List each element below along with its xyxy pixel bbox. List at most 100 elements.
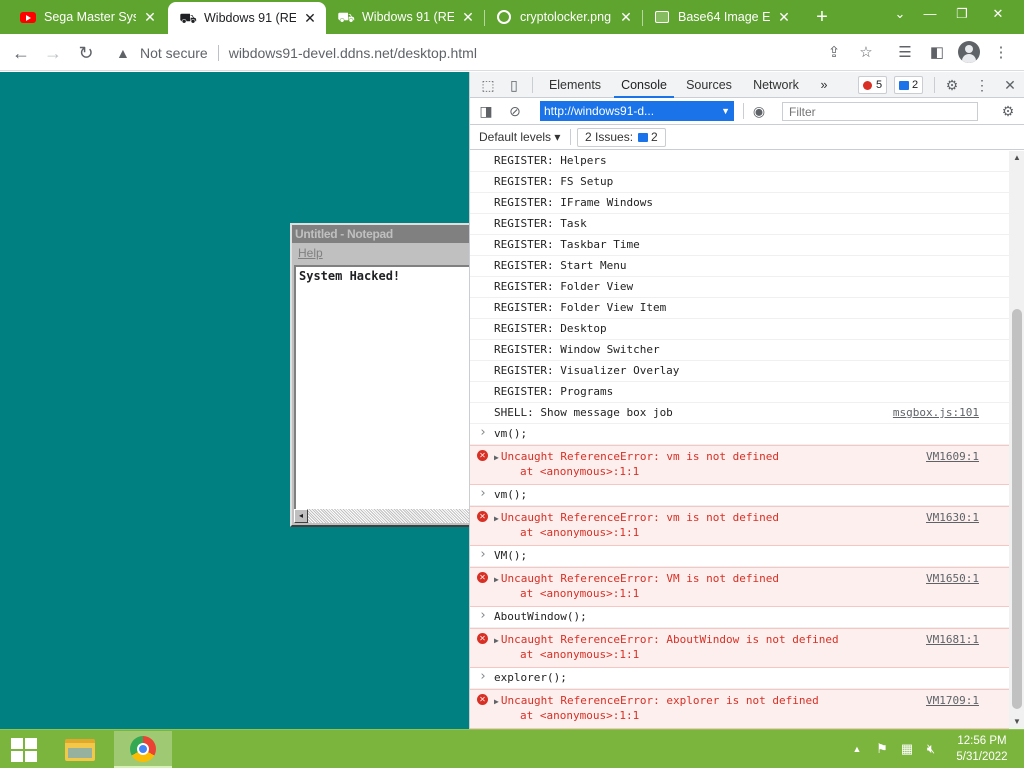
- devtools-tab-sources[interactable]: Sources: [682, 72, 736, 98]
- console-source-link[interactable]: VM1650:1: [926, 572, 979, 586]
- live-expression-eye-icon[interactable]: ◉: [749, 101, 769, 121]
- back-arrow-icon[interactable]: ←: [8, 40, 34, 66]
- console-settings-gear-icon[interactable]: ⚙: [998, 101, 1018, 121]
- action-center-flag-icon[interactable]: ⚑: [872, 739, 892, 759]
- close-tab-icon[interactable]: ✕: [618, 9, 634, 26]
- tab-search-chevron-icon[interactable]: ⌄: [888, 3, 912, 25]
- minimize-icon[interactable]: —: [918, 3, 942, 25]
- bookmark-star-icon[interactable]: ☆: [855, 42, 877, 64]
- notepad-horizontal-scrollbar[interactable]: ◂: [294, 509, 469, 523]
- console-error-row: ▶Uncaught ReferenceError: VM is not defi…: [470, 567, 1009, 607]
- network-icon[interactable]: ▦: [897, 739, 917, 759]
- error-count: 5: [876, 79, 883, 91]
- show-hidden-icons-chevron-icon[interactable]: ▲: [850, 739, 864, 759]
- console-error-row: ▶Uncaught ReferenceError: vm is not defi…: [470, 445, 1009, 485]
- issues-button[interactable]: 2 Issues: 2: [577, 128, 666, 147]
- scroll-down-arrow-icon[interactable]: ▼: [1009, 715, 1024, 729]
- close-devtools-icon[interactable]: ✕: [1000, 75, 1020, 95]
- notepad-window[interactable]: Untitled - Notepad Help System Hacked! ◂: [290, 223, 469, 527]
- browser-tab-base64[interactable]: Base64 Image En ✕: [642, 0, 800, 34]
- browser-tab-cryptolocker[interactable]: cryptolocker.png ✕: [484, 0, 642, 34]
- scroll-left-arrow-icon[interactable]: ◂: [294, 509, 308, 523]
- kebab-menu-icon[interactable]: ⋮: [990, 42, 1012, 64]
- console-error-row: ▶Uncaught ReferenceError: AboutWindow is…: [470, 628, 1009, 668]
- console-log-row: REGISTER: Programs: [470, 382, 1009, 403]
- notepad-titlebar[interactable]: Untitled - Notepad: [292, 225, 469, 243]
- profile-avatar-icon[interactable]: [958, 41, 980, 63]
- notepad-textarea[interactable]: System Hacked!: [294, 265, 469, 511]
- security-label[interactable]: Not secure: [140, 45, 208, 61]
- close-tab-icon[interactable]: ✕: [460, 9, 476, 26]
- browser-tab-wibdows[interactable]: ⛟ Wibdows 91 (REL ✕: [326, 0, 484, 34]
- console-source-link[interactable]: VM1630:1: [926, 511, 979, 525]
- clear-console-icon[interactable]: ⊘: [505, 101, 525, 121]
- taskbar-file-explorer[interactable]: [58, 732, 102, 767]
- restore-icon[interactable]: ❐: [950, 3, 974, 25]
- issues-count: 2: [651, 130, 658, 144]
- forward-arrow-icon[interactable]: →: [40, 40, 66, 66]
- taskbar-chrome[interactable]: [114, 731, 172, 768]
- media-queue-icon[interactable]: ☰: [894, 42, 916, 64]
- console-scrollbar[interactable]: ▲ ▼: [1009, 151, 1024, 729]
- console-source-link[interactable]: VM1609:1: [926, 450, 979, 464]
- browser-tab-sega[interactable]: Sega Master Syst ✕: [8, 0, 166, 34]
- expand-triangle-icon[interactable]: ▶: [494, 514, 499, 523]
- console-message: REGISTER: Window Switcher: [494, 343, 660, 356]
- error-icon: [863, 80, 872, 90]
- issues-icon: [638, 133, 649, 142]
- sidebar-toggle-icon[interactable]: ◨: [476, 101, 496, 121]
- expand-triangle-icon[interactable]: ▶: [494, 453, 499, 462]
- console-message: REGISTER: Folder View: [494, 280, 634, 293]
- devtools-kebab-icon[interactable]: ⋮: [972, 75, 992, 95]
- console-stack-trace: at <anonymous>:1:1: [520, 526, 640, 539]
- log-levels-dropdown[interactable]: Default levels ▾: [479, 129, 560, 146]
- close-window-icon[interactable]: ✕: [986, 3, 1010, 25]
- console-message: AboutWindow();: [494, 610, 587, 623]
- omnibox-divider: [217, 44, 219, 61]
- expand-triangle-icon[interactable]: ▶: [494, 636, 499, 645]
- devtools-tab-network[interactable]: Network: [746, 72, 806, 98]
- browser-tab-wibdows-active[interactable]: ⛟ Wibdows 91 (REL ✕: [168, 2, 326, 34]
- console-message: vm();: [494, 427, 528, 440]
- console-message: REGISTER: Desktop: [494, 322, 607, 335]
- console-filter-input[interactable]: [782, 102, 978, 121]
- console-message: REGISTER: IFrame Windows: [494, 196, 653, 209]
- more-tabs-icon[interactable]: »: [814, 72, 834, 98]
- start-button[interactable]: [0, 730, 48, 768]
- scrollbar-thumb[interactable]: [1012, 309, 1022, 709]
- error-count-badge[interactable]: 5: [858, 76, 888, 94]
- console-message: Uncaught ReferenceError: vm is not defin…: [500, 450, 779, 463]
- console-source-link[interactable]: VM1681:1: [926, 633, 979, 647]
- console-toolbar: ◨ ⊘ http://windows91-d... ▼ ◉ ⚙: [470, 98, 1024, 125]
- console-source-link[interactable]: msgbox.js:101: [893, 407, 979, 419]
- warning-triangle-icon[interactable]: ▲: [116, 45, 132, 61]
- inspect-element-icon[interactable]: ⬚: [478, 75, 498, 95]
- close-tab-icon[interactable]: ✕: [776, 9, 792, 26]
- device-toolbar-icon[interactable]: ▯: [504, 75, 524, 95]
- expand-triangle-icon[interactable]: ▶: [494, 575, 499, 584]
- console-output[interactable]: REGISTER: Helpers REGISTER: FS Setup REGIS…: [470, 151, 1009, 729]
- console-error-row: ▶Uncaught ReferenceError: explorer is no…: [470, 689, 1009, 729]
- settings-gear-icon[interactable]: ⚙: [942, 75, 962, 95]
- context-selector[interactable]: http://windows91-d... ▼: [540, 101, 734, 121]
- taskbar-clock[interactable]: 12:56 PM 5/31/2022: [950, 733, 1014, 765]
- console-source-link[interactable]: VM1709:1: [926, 694, 979, 708]
- new-tab-button[interactable]: +: [810, 5, 834, 29]
- wibdows-desktop[interactable]: Untitled - Notepad Help System Hacked! ◂: [0, 72, 469, 729]
- console-message: Uncaught ReferenceError: VM is not defin…: [500, 572, 779, 585]
- message-count-badge[interactable]: 2: [894, 76, 924, 94]
- menu-help[interactable]: Help: [298, 246, 323, 260]
- close-tab-icon[interactable]: ✕: [302, 10, 318, 27]
- devtools-tab-console[interactable]: Console: [614, 72, 674, 98]
- address-bar[interactable]: ▲ Not secure wibdows91-devel.ddns.net/de…: [108, 39, 888, 66]
- side-panel-icon[interactable]: ◧: [926, 42, 948, 64]
- devtools-tab-elements[interactable]: Elements: [544, 72, 606, 98]
- expand-triangle-icon[interactable]: ▶: [494, 697, 499, 706]
- scroll-up-arrow-icon[interactable]: ▲: [1009, 151, 1024, 165]
- console-input-row: AboutWindow();: [470, 607, 1009, 628]
- reload-icon[interactable]: ↻: [73, 40, 99, 66]
- close-tab-icon[interactable]: ✕: [142, 9, 158, 26]
- volume-muted-icon[interactable]: 🔇︎: [921, 739, 941, 759]
- url-text[interactable]: wibdows91-devel.ddns.net/desktop.html: [229, 45, 477, 61]
- share-icon[interactable]: ⇪: [823, 42, 845, 64]
